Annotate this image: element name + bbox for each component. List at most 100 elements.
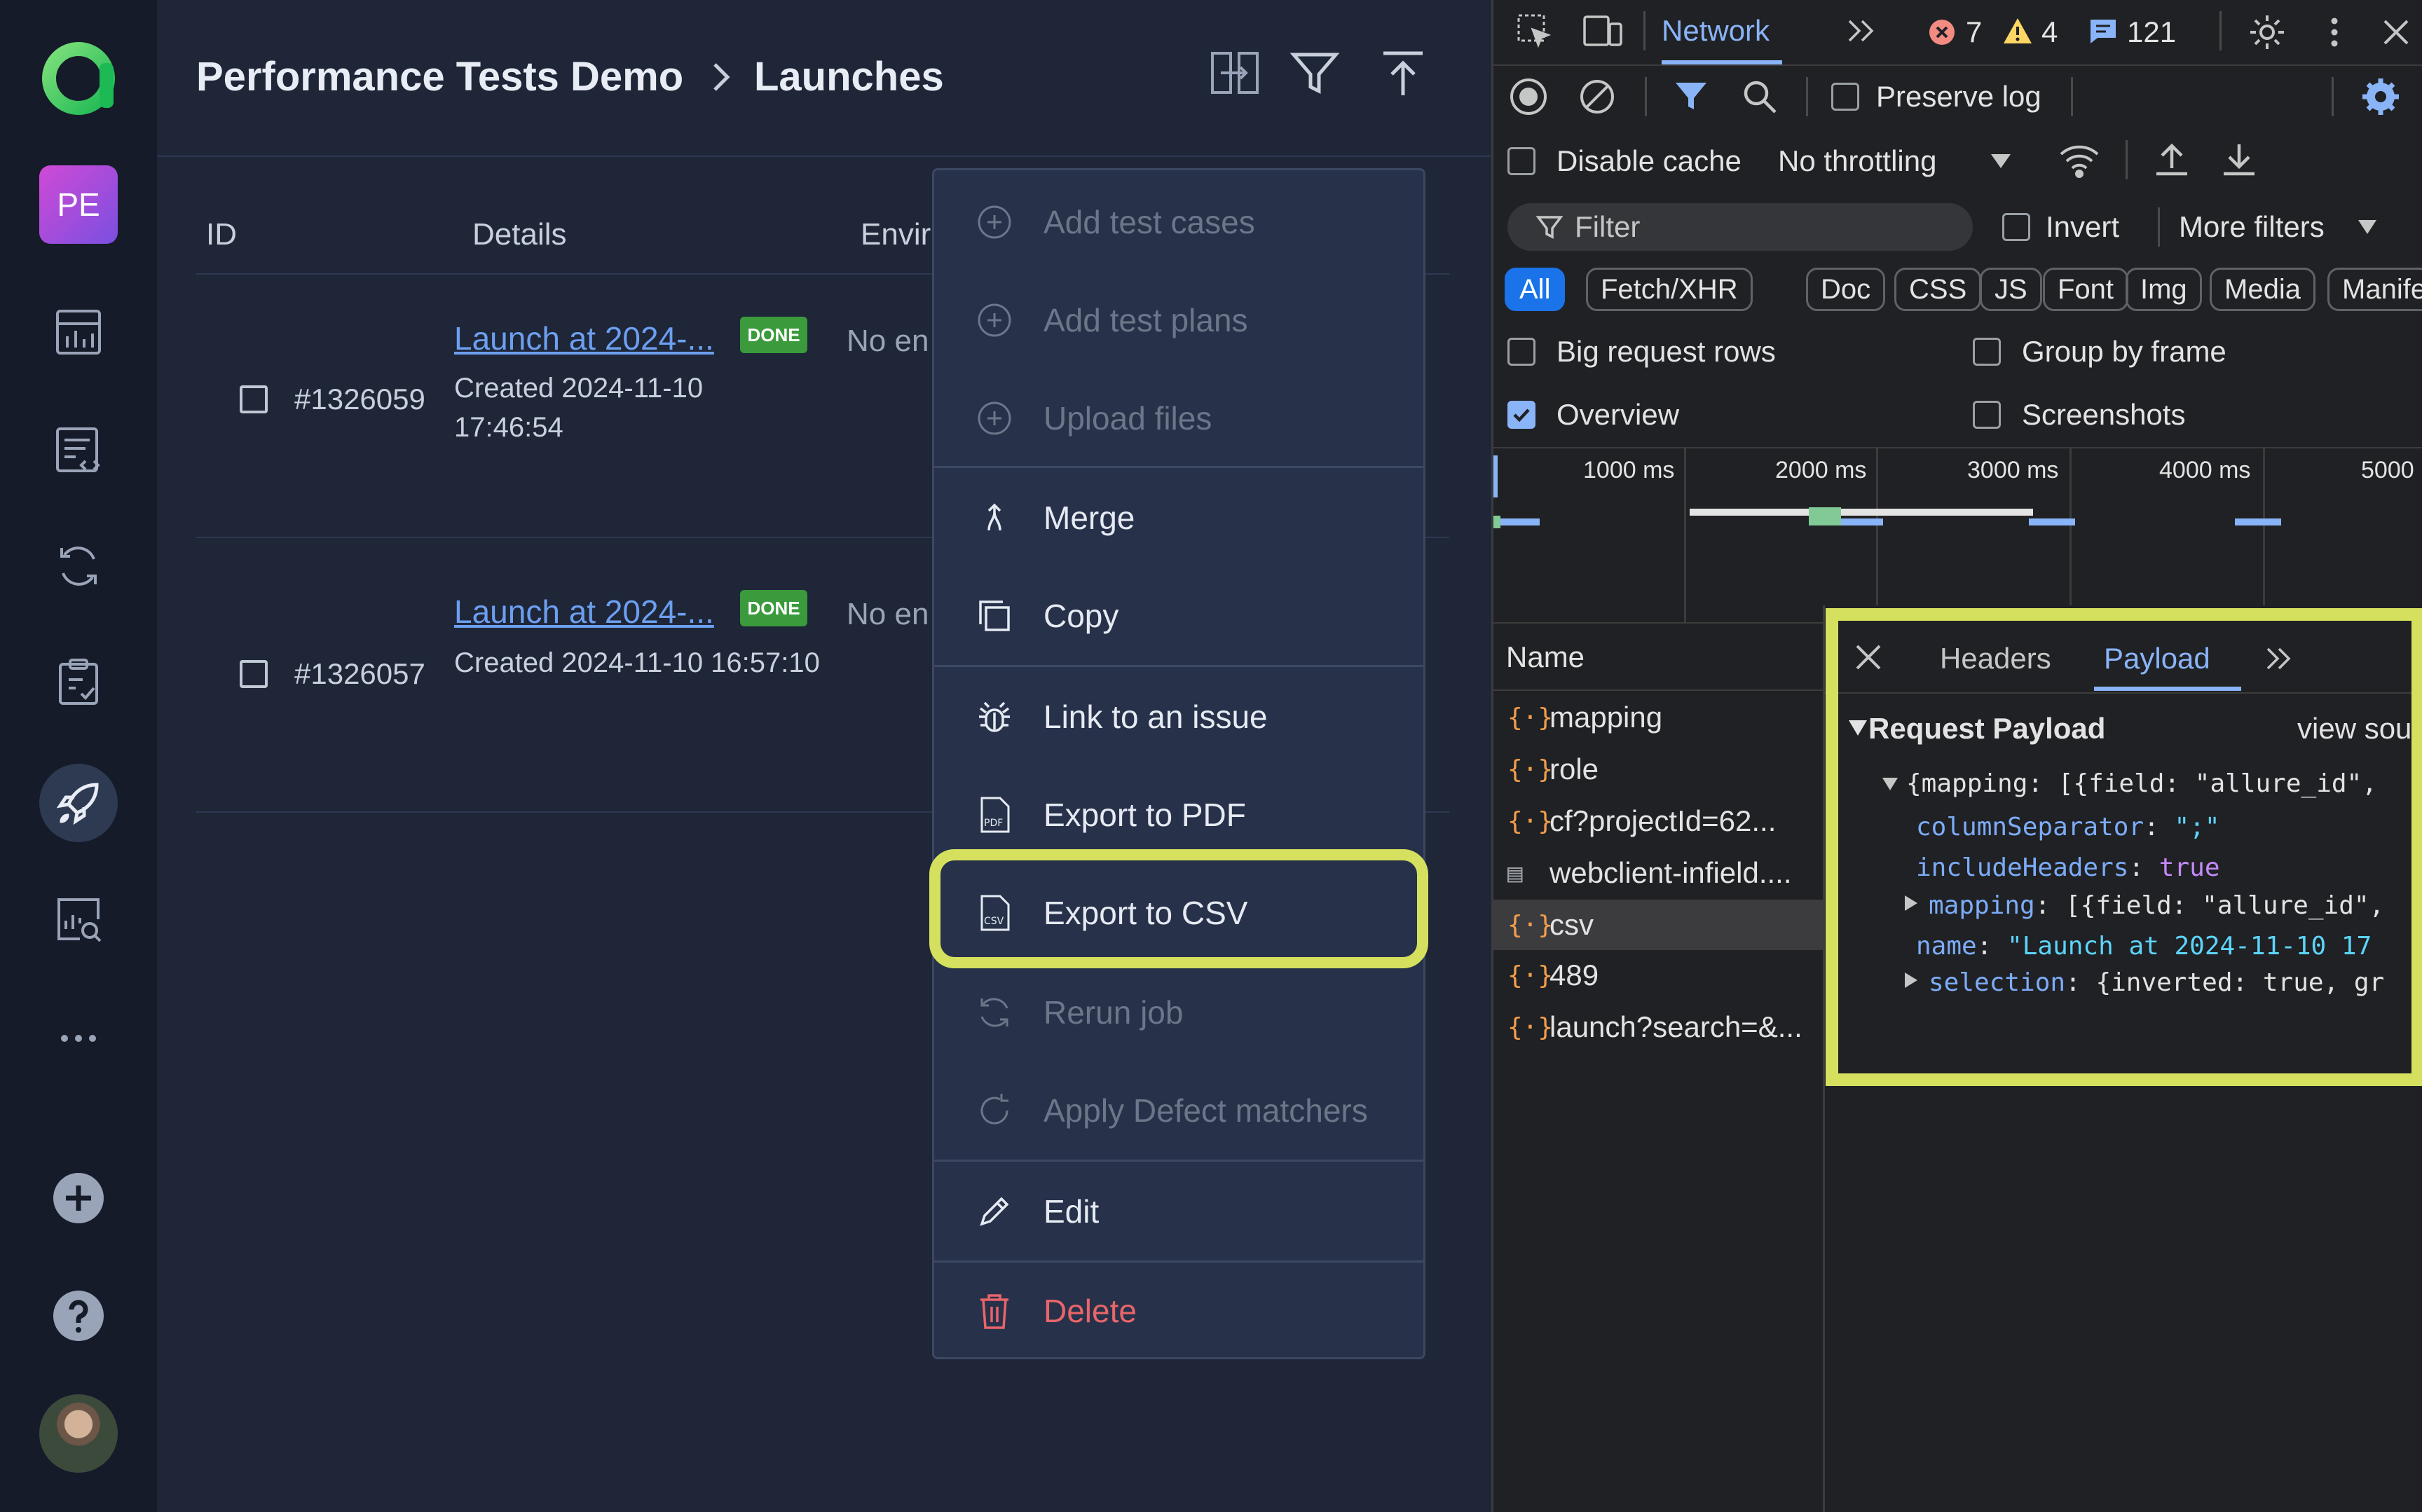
launch-link[interactable]: Launch at 2024-...: [454, 319, 714, 357]
kebab-menu-icon[interactable]: [2320, 11, 2348, 53]
screenshots-checkbox[interactable]: [1973, 401, 2001, 429]
request-row[interactable]: ▤ webclient-infield....: [1493, 848, 1823, 898]
timeline-request-bar: [1809, 507, 1841, 525]
type-filter-js[interactable]: JS: [1980, 268, 2042, 311]
more-dots-icon: [61, 1035, 96, 1042]
dropdown-arrow-icon[interactable]: [2357, 219, 2378, 235]
status-badge: DONE: [740, 317, 807, 353]
filter-toggle-icon[interactable]: [1673, 78, 1709, 115]
inspect-element-icon[interactable]: [1514, 11, 1554, 50]
request-row[interactable]: {·} launch?search=&...: [1493, 1002, 1823, 1052]
column-header-details[interactable]: Details: [472, 217, 567, 252]
filter-button[interactable]: [1281, 39, 1348, 106]
import-har-icon[interactable]: [2152, 140, 2191, 179]
menu-item-merge[interactable]: Merge: [934, 469, 1423, 567]
project-badge[interactable]: PE: [39, 165, 118, 244]
timeline-request-bar: [1690, 509, 2033, 516]
allure-logo-icon[interactable]: [35, 35, 122, 122]
tab-network[interactable]: Network: [1662, 14, 1770, 48]
invert-checkbox[interactable]: [2002, 213, 2030, 241]
test-cases-nav-button[interactable]: [39, 411, 118, 489]
trash-icon: [980, 1294, 1008, 1329]
menu-item-link-issue[interactable]: Link to an issue: [934, 668, 1423, 766]
column-header-id[interactable]: ID: [206, 217, 237, 252]
type-filter-manifest[interactable]: Manife: [2327, 268, 2422, 311]
menu-item-apply-defect-matchers[interactable]: Apply Defect matchers: [934, 1061, 1423, 1160]
dashboards-nav-button[interactable]: [39, 293, 118, 371]
menu-item-rerun-job[interactable]: Rerun job: [934, 963, 1423, 1061]
launch-link[interactable]: Launch at 2024-...: [454, 593, 714, 631]
timeline-range-handle[interactable]: [1493, 455, 1498, 497]
menu-item-copy[interactable]: Copy: [934, 567, 1423, 665]
menu-item-upload-files[interactable]: Upload files: [934, 369, 1423, 467]
big-request-rows-checkbox[interactable]: [1507, 338, 1535, 366]
warning-count[interactable]: 4: [2041, 15, 2058, 49]
dropdown-arrow-icon[interactable]: [1988, 151, 2013, 171]
add-nav-button[interactable]: [39, 1159, 118, 1237]
request-row[interactable]: {·} role: [1493, 744, 1823, 795]
network-settings-gear-icon[interactable]: [2360, 76, 2402, 118]
timeline-gridline: [2069, 448, 2072, 624]
error-count[interactable]: 7: [1966, 15, 1982, 49]
environment-value: No en: [847, 324, 929, 358]
left-navigation: PE: [0, 0, 157, 1512]
compare-button[interactable]: [1201, 39, 1268, 106]
test-cases-icon: [56, 427, 100, 472]
column-header-environment[interactable]: Envir: [861, 217, 931, 252]
jobs-nav-button[interactable]: [39, 643, 118, 722]
screenshots-label: Screenshots: [2022, 398, 2186, 431]
type-filter-font[interactable]: Font: [2043, 268, 2129, 311]
record-icon[interactable]: [1509, 77, 1548, 116]
test-plans-nav-button[interactable]: [39, 527, 118, 605]
type-filter-img[interactable]: Img: [2126, 268, 2202, 311]
clear-icon[interactable]: [1578, 77, 1617, 116]
type-filter-all[interactable]: All: [1505, 268, 1566, 311]
menu-item-add-test-plans[interactable]: Add test plans: [934, 271, 1423, 369]
menu-item-label: Add test cases: [1044, 204, 1255, 240]
type-filter-fetch-xhr[interactable]: Fetch/XHR: [1586, 268, 1753, 311]
breadcrumb-project[interactable]: Performance Tests Demo: [196, 53, 683, 100]
type-filter-css[interactable]: CSS: [1894, 268, 1982, 311]
filter-input[interactable]: Filter: [1507, 203, 1973, 251]
settings-gear-icon[interactable]: [2246, 11, 2288, 53]
menu-item-delete[interactable]: Delete: [934, 1262, 1423, 1360]
request-row[interactable]: {·} 489: [1493, 950, 1823, 1001]
more-tabs-chevron-icon[interactable]: [1844, 15, 1879, 46]
search-icon[interactable]: [1740, 77, 1779, 116]
wifi-settings-icon[interactable]: [2057, 139, 2102, 181]
error-icon[interactable]: [1928, 18, 1956, 46]
request-row[interactable]: {·} mapping: [1493, 692, 1823, 743]
row-checkbox[interactable]: [240, 385, 268, 413]
user-avatar[interactable]: [39, 1394, 118, 1473]
analytics-nav-button[interactable]: [39, 880, 118, 958]
type-filter-media[interactable]: Media: [2210, 268, 2315, 311]
overview-checkbox[interactable]: [1507, 401, 1535, 429]
throttling-select[interactable]: No throttling: [1778, 144, 1936, 178]
disable-cache-checkbox[interactable]: [1507, 147, 1535, 175]
close-devtools-icon[interactable]: [2378, 14, 2414, 50]
more-filters-dropdown[interactable]: More filters: [2179, 210, 2325, 244]
document-icon: ▤: [1507, 858, 1523, 888]
preserve-log-checkbox[interactable]: [1831, 83, 1859, 111]
page-title: Launches: [754, 54, 944, 99]
menu-item-add-test-cases[interactable]: Add test cases: [934, 173, 1423, 271]
help-nav-button[interactable]: [39, 1277, 118, 1355]
plus-circle-icon: [978, 303, 1011, 337]
message-count[interactable]: 121: [2127, 15, 2176, 49]
export-har-icon[interactable]: [2219, 140, 2259, 179]
toolbar-separator: [2332, 77, 2334, 116]
row-checkbox[interactable]: [240, 660, 268, 688]
group-by-frame-checkbox[interactable]: [1973, 338, 2001, 366]
message-icon[interactable]: [2088, 17, 2119, 45]
menu-item-edit[interactable]: Edit: [934, 1162, 1423, 1260]
group-by-frame-label: Group by frame: [2022, 335, 2226, 368]
request-row[interactable]: {·} cf?projectId=62...: [1493, 796, 1823, 846]
device-toolbar-icon[interactable]: [1582, 11, 1624, 50]
upload-button[interactable]: [1369, 39, 1437, 106]
more-nav-button[interactable]: [39, 999, 118, 1078]
type-filter-doc[interactable]: Doc: [1806, 268, 1886, 311]
warning-icon[interactable]: [2002, 17, 2033, 45]
name-column-header[interactable]: Name: [1506, 640, 1585, 674]
launches-nav-button[interactable]: [39, 764, 118, 842]
request-row-selected[interactable]: {·} csv: [1493, 900, 1823, 950]
